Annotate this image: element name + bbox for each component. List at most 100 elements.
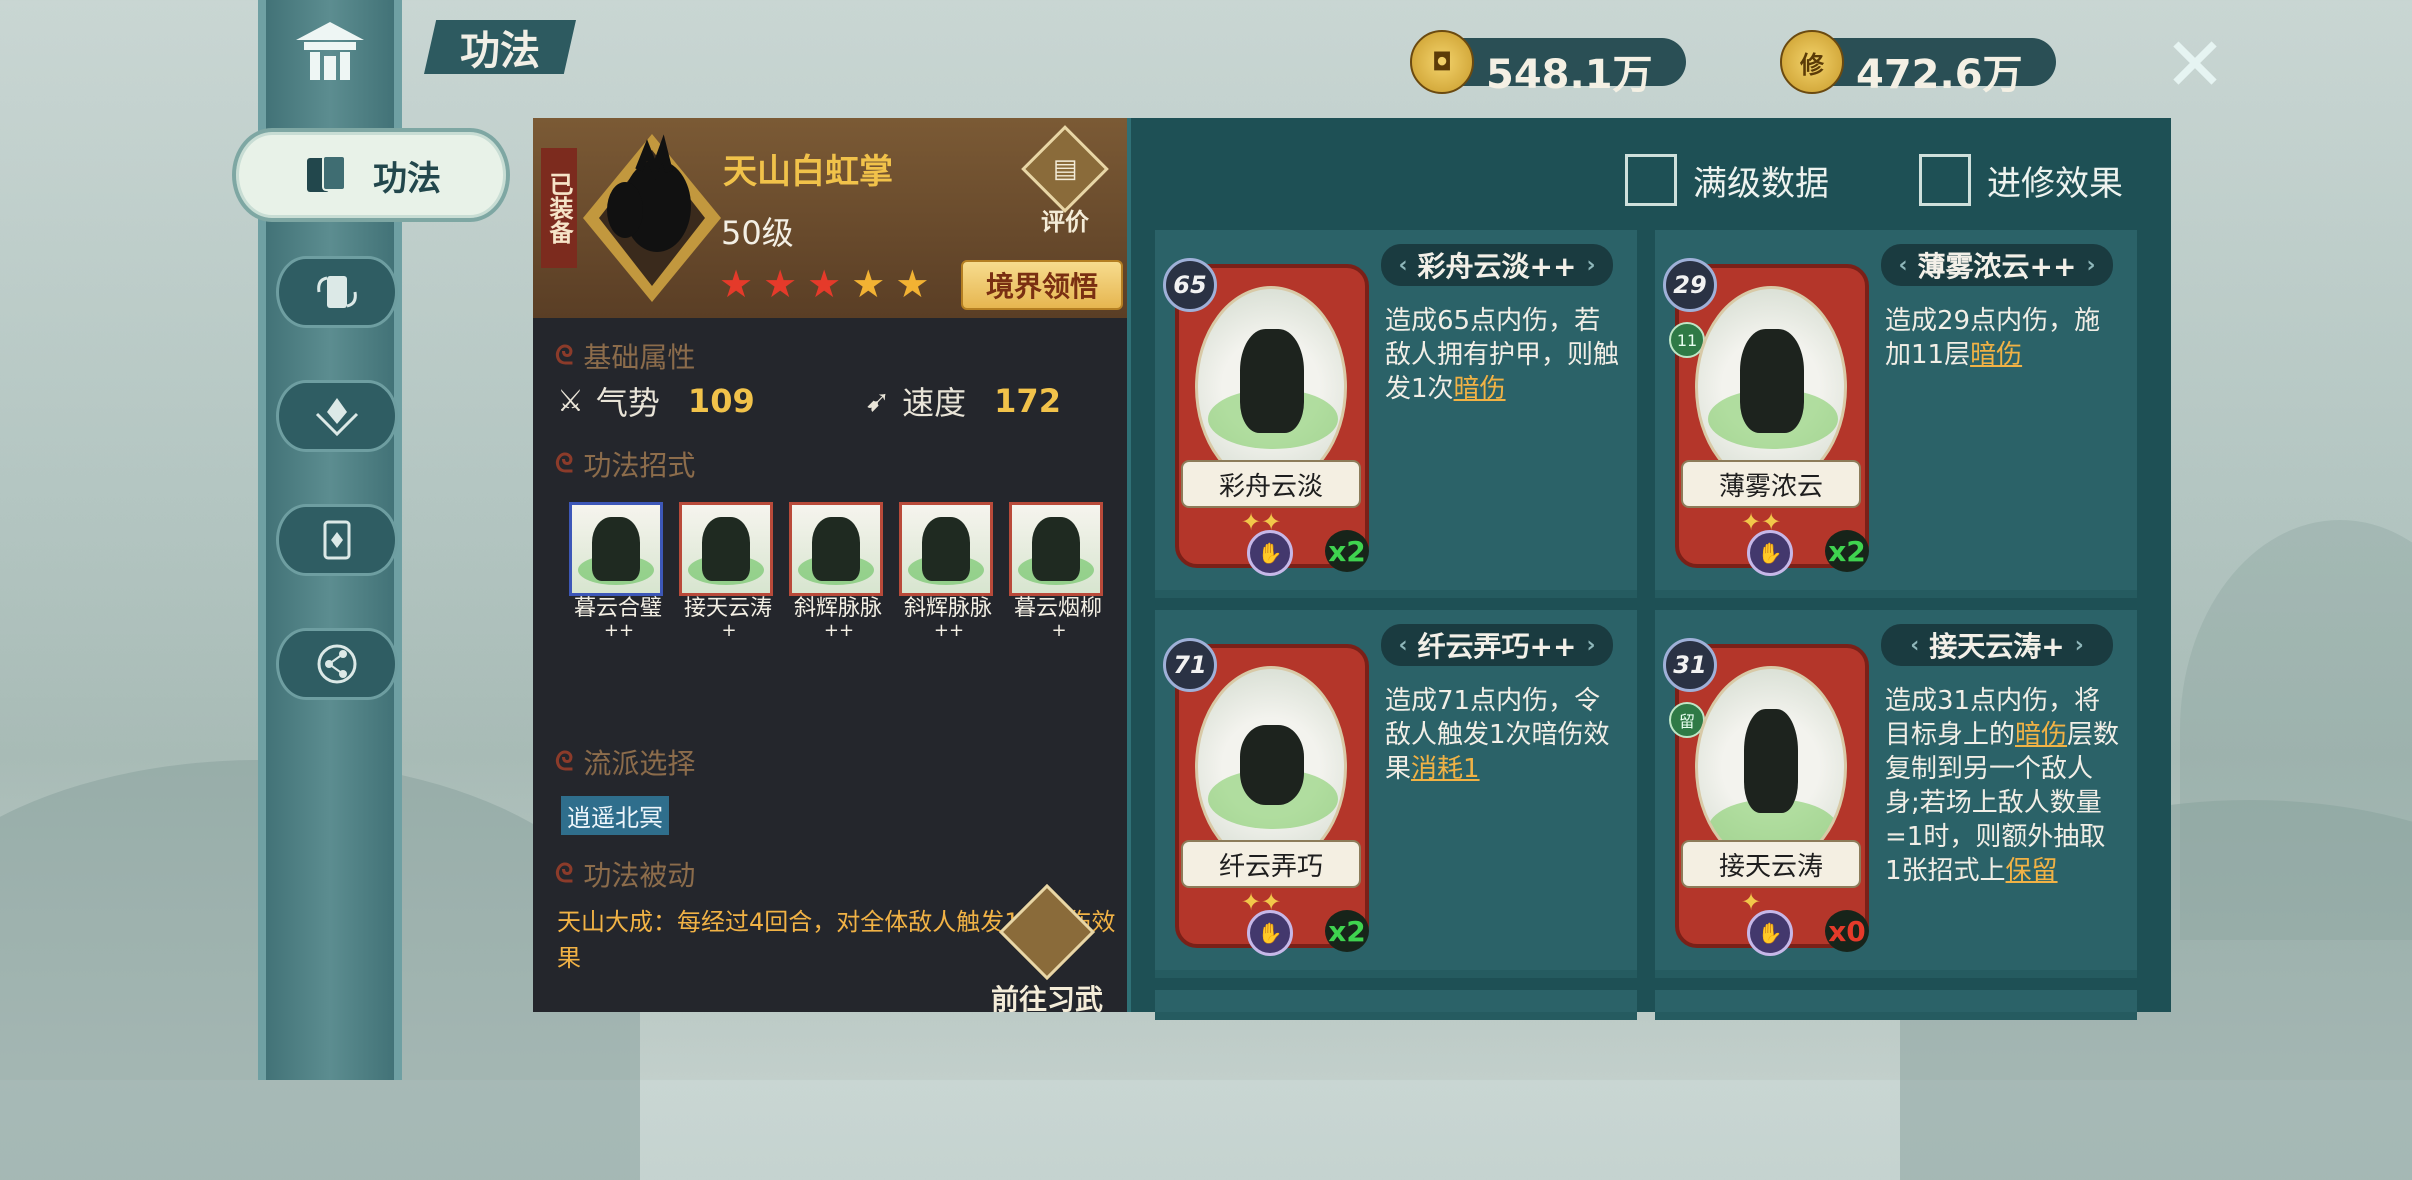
skill-card[interactable]: 31 留 接天云涛 ✦ ✋ x0 [1663,638,1869,956]
skill-card[interactable]: 65 彩舟云淡 ✦✦ ✋ x2 [1163,258,1369,576]
nav-card-button[interactable] [276,504,398,576]
card-name: 接天云涛 [1681,840,1861,888]
card-entry[interactable]: 71 纤云弄巧 ✦✦ ✋ x2 ‹ 纤云弄巧++ › 造成71点内伤，令敌人触发1次… [1155,610,1637,978]
skill-header: 已装备 天山白虹掌 50级 ▤ 评价 ★ ★ ★ ★ ★ 境界领悟 [533,118,1127,318]
move-image [1009,502,1103,596]
realm-insight-button[interactable]: 境界领悟 [961,260,1123,310]
cultivation-value: 472.6万 [1856,52,2023,98]
card-title-bar: ‹ 接天云涛+ › [1881,624,2113,666]
palm-type-icon: ✋ [1747,910,1793,956]
currency-cultivation: 修 472.6万 [1780,30,2056,98]
palm-type-icon: ✋ [1247,910,1293,956]
skill-name: 天山白虹掌 [723,152,893,192]
move-image [569,502,663,596]
move-plus: ++ [603,620,635,641]
card-cost: 29 [1663,258,1717,312]
card-entry[interactable]: 31 留 接天云涛 ✦ ✋ x0 ‹ 接天云涛+ › 造成31点内伤，将目标身上的暗… [1655,610,2137,978]
keyword-link[interactable]: 暗伤 [2015,720,2067,750]
sword-icon: ⚔ [557,383,584,419]
star-icon: ★ [807,262,842,306]
nav-share-button[interactable] [276,628,398,700]
star-icon: ★ [895,262,930,306]
cloud-swirl-icon: ᘓ [555,858,574,889]
section-moves-label: 功法招式 [583,449,696,482]
close-icon: ✕ [2163,22,2226,108]
keyword-link[interactable]: 消耗1 [1411,754,1480,784]
nav-emblem-button[interactable] [276,380,398,452]
star-rating: ★ ★ ★ ★ ★ [719,264,929,304]
page-title: 功法 [460,28,540,74]
checkbox-label: 进修效果 [1987,163,2123,204]
move-plus: ++ [823,620,855,641]
star-icon: ★ [719,262,754,306]
skill-card[interactable]: 29 11 薄雾浓云 ✦✦ ✋ x2 [1663,258,1869,576]
section-school-label: 流派选择 [583,747,696,780]
palm-type-icon: ✋ [1747,530,1793,576]
move-item[interactable]: 斜辉脉脉 ++ [899,502,993,640]
move-item[interactable]: 暮云烟柳 + [1009,502,1103,640]
move-name: 暮云烟柳 [1013,596,1102,621]
card-entry[interactable]: 65 彩舟云淡 ✦✦ ✋ x2 ‹ 彩舟云淡++ › 造成65点内伤，若敌人拥有护甲… [1155,230,1637,598]
move-plus: + [721,620,737,641]
cloud-swirl-icon: ᘓ [555,448,574,479]
card-cost: 31 [1663,638,1717,692]
home-pavilion-icon[interactable] [290,16,370,86]
keyword-link[interactable]: 暗伤 [1970,340,2022,370]
go-practice-button[interactable]: 前往习武 [977,883,1117,1016]
section-passive: ᘓ 功法被动 [555,854,695,894]
skill-detail-panel: 已装备 天山白虹掌 50级 ▤ 评价 ★ ★ ★ ★ ★ 境界领悟 ᘓ 基础属性… [533,118,1127,1016]
checkbox-box[interactable] [1625,154,1677,206]
move-image [679,502,773,596]
coin-value: 548.1万 [1486,52,1653,98]
move-item[interactable]: 斜辉脉脉 ++ [789,502,883,640]
nav-active-label: 功法 [373,158,441,199]
move-item[interactable]: 接天云涛 + [679,502,773,640]
stat-speed: ➹ 速度 172 [865,378,1061,424]
cards-panel: 满级数据 进修效果 65 彩舟云淡 ✦✦ ✋ x2 ‹ 彩舟云淡++ › 造成65点… [1127,118,2171,1020]
checkbox-box[interactable] [1919,154,1971,206]
stat-label: 气势 [595,384,660,422]
skill-card[interactable]: 71 纤云弄巧 ✦✦ ✋ x2 [1163,638,1369,956]
advanced-checkbox[interactable]: 进修效果 [1919,154,2123,206]
section-basic-attrs: ᘓ 基础属性 [555,336,695,376]
stat-momentum: ⚔ 气势 109 [557,378,755,424]
boot-icon: ➹ [865,383,891,419]
keyword-link[interactable]: 暗伤 [1454,374,1506,404]
palm-art-icon [1740,329,1804,433]
cloud-swirl-icon: ᘓ [555,746,574,777]
card-flip-icon [317,276,357,308]
move-name: 暮云合璧 [573,596,662,621]
star-icon: ★ [851,262,886,306]
card-title: 薄雾浓云++ [1917,250,2077,283]
card-entry[interactable]: 29 11 薄雾浓云 ✦✦ ✋ x2 ‹ 薄雾浓云++ › 造成29点内伤，施加11… [1655,230,2137,598]
stat-label: 速度 [902,384,967,422]
keyword-link[interactable]: 保留 [2006,856,2058,886]
move-name: 斜辉脉脉 [793,596,882,621]
nav-card-flip-button[interactable] [276,256,398,328]
stat-value: 172 [994,382,1061,420]
card-title: 彩舟云淡++ [1417,250,1577,283]
card-count: x2 [1825,530,1869,572]
book-icon [307,155,346,192]
close-button[interactable]: ✕ [2160,22,2230,108]
card-description: 造成65点内伤，若敌人拥有护甲，则触发1次暗伤 [1385,304,1621,406]
flame-icon [998,883,1096,981]
card-title-bar: ‹ 彩舟云淡++ › [1381,244,1613,286]
card-count: x2 [1325,530,1369,572]
cultivation-icon: 修 [1780,30,1844,94]
move-image [789,502,883,596]
school-tag[interactable]: 逍遥北冥 [561,796,669,835]
move-name: 接天云涛 [683,596,772,621]
card-count: x2 [1325,910,1369,952]
move-item[interactable]: 暮云合璧 ++ [569,502,663,640]
stat-value: 109 [687,382,755,420]
cloud-swirl-icon: ᘓ [555,340,574,371]
page-title-tab: 功法 [424,20,576,74]
star-icon: ★ [763,262,798,306]
rate-button[interactable]: ▤ 评价 [1021,125,1109,236]
nav-tab-skills[interactable]: 功法 [232,128,510,222]
card-cost: 65 [1163,258,1217,312]
move-name: 斜辉脉脉 [903,596,992,621]
max-level-checkbox[interactable]: 满级数据 [1625,154,1829,206]
card-title: 接天云涛+ [1929,630,2065,663]
